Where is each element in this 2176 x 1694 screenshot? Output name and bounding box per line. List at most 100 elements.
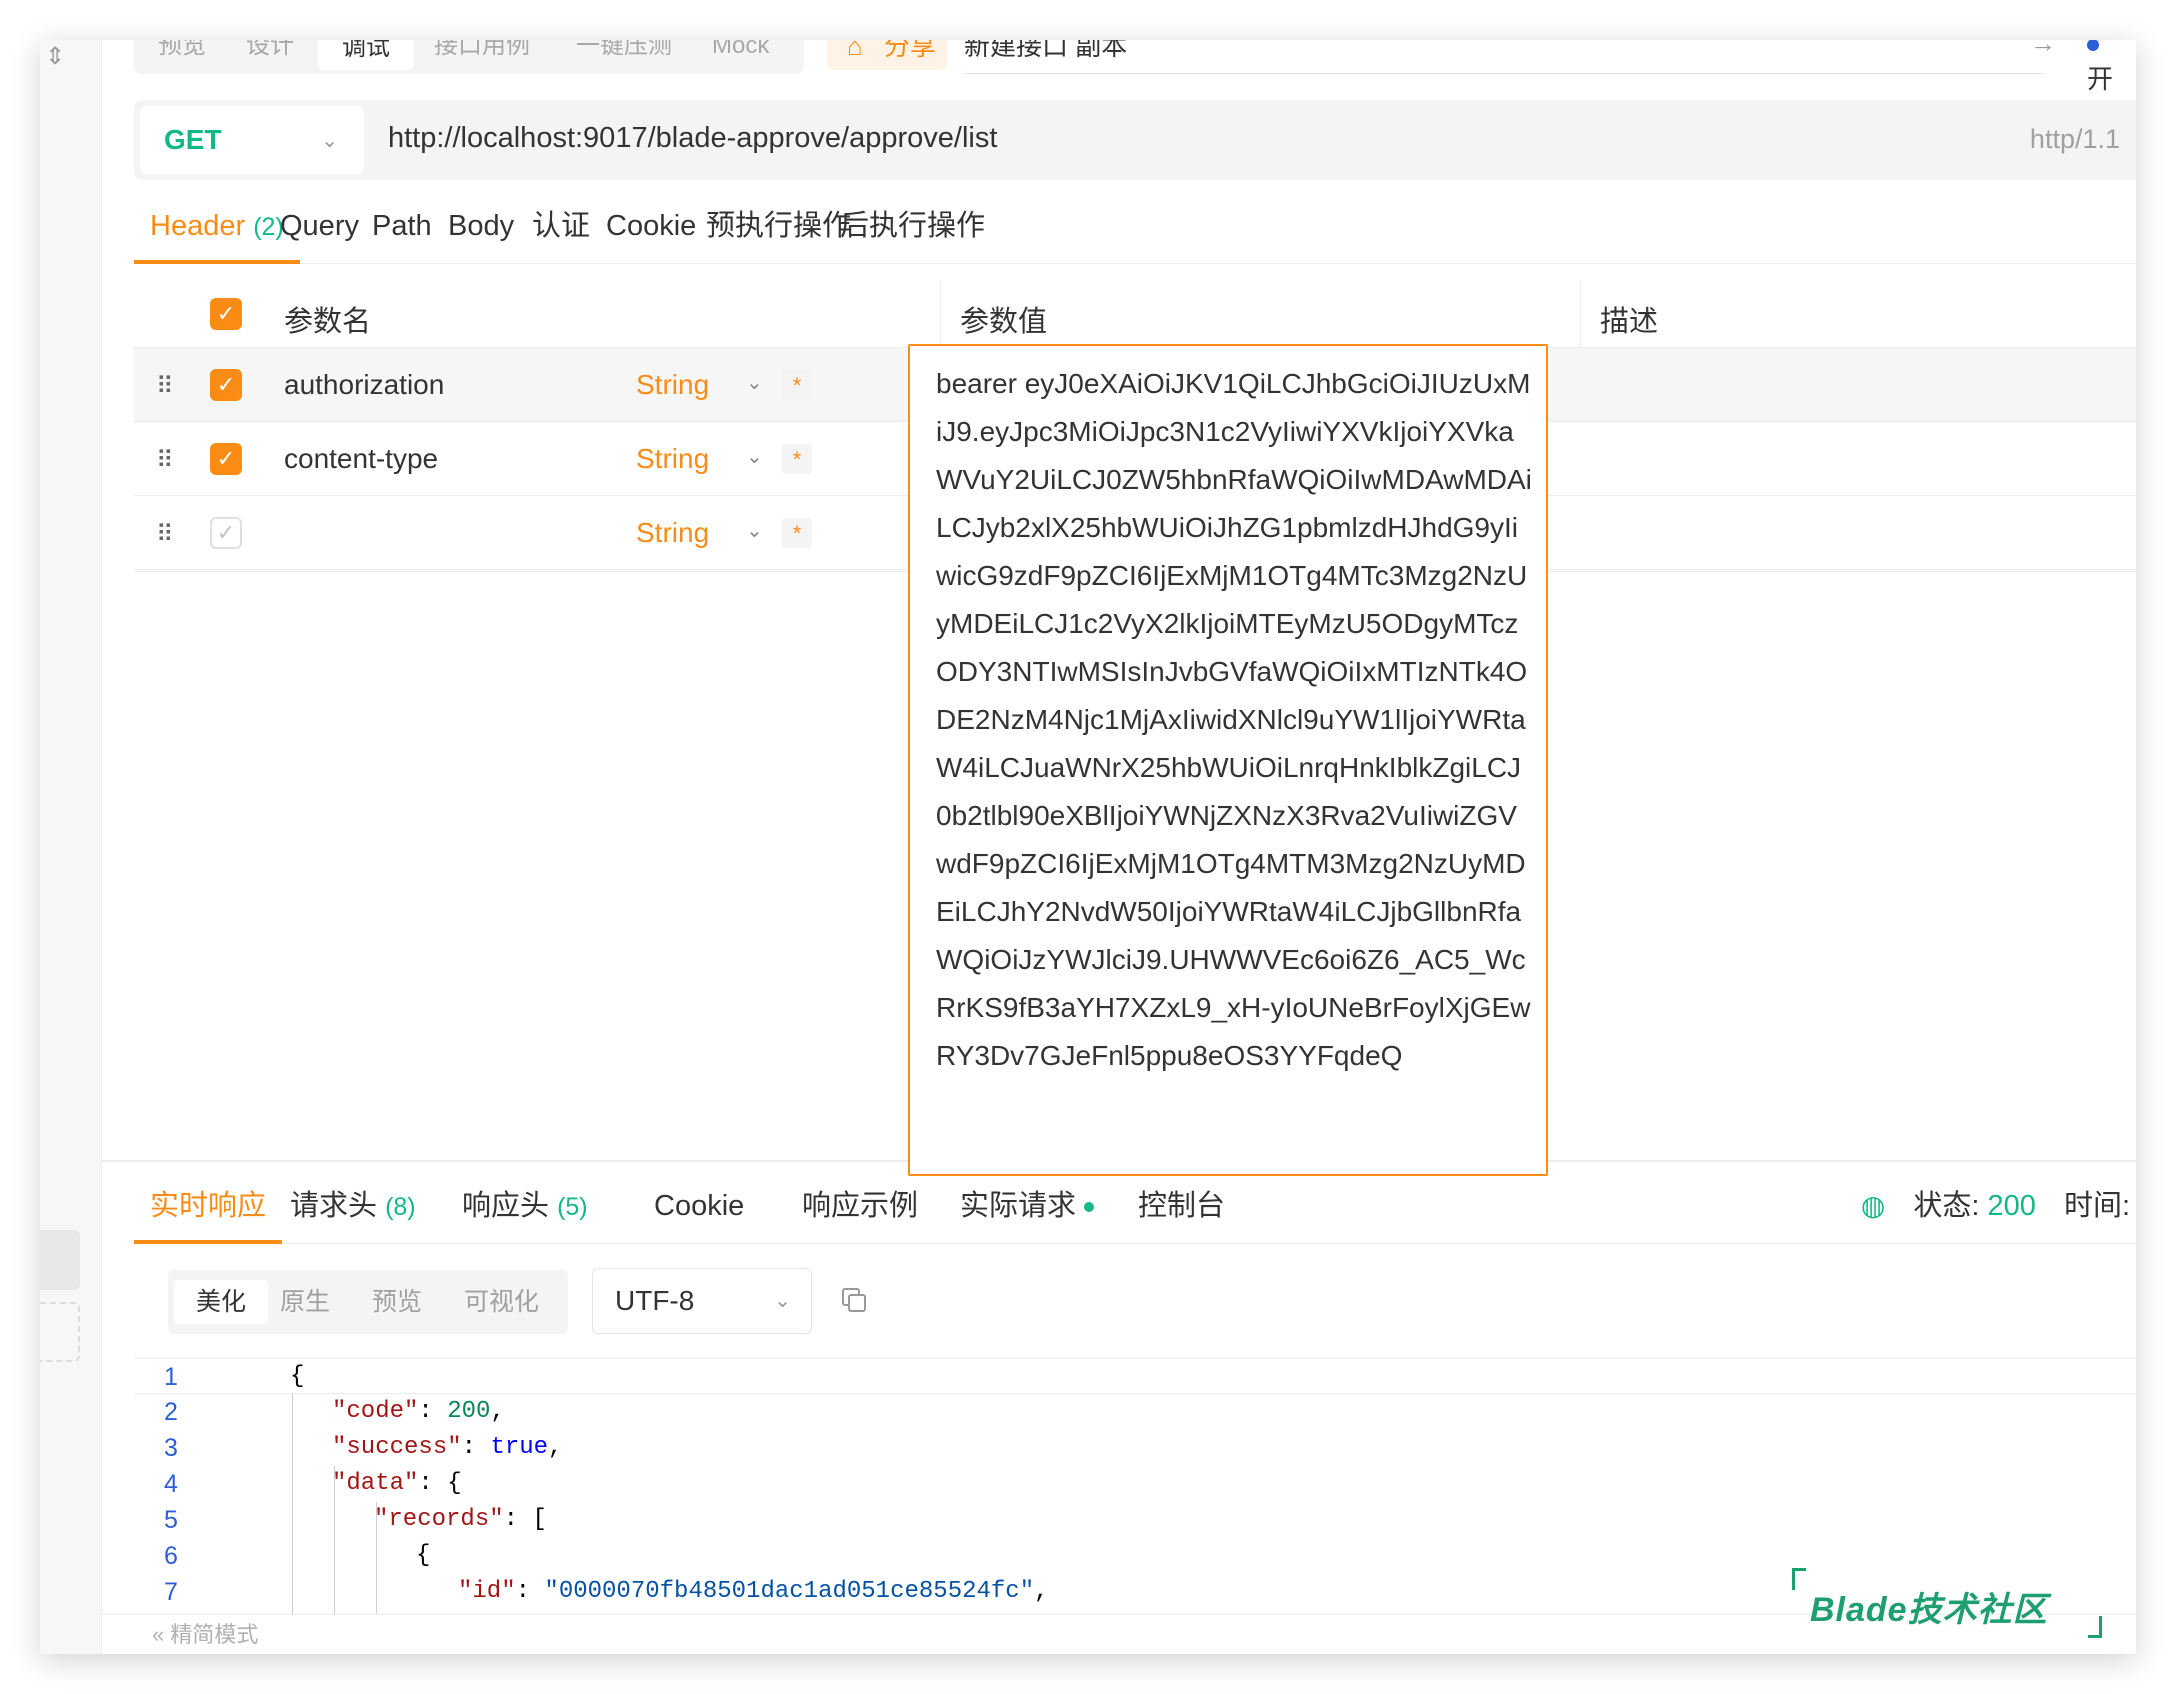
- tab-design[interactable]: 设计: [246, 40, 294, 70]
- tab-api-cases[interactable]: 接口用例: [434, 40, 530, 70]
- api-name-field[interactable]: 新建接口 副本: [964, 40, 2044, 74]
- chevron-down-icon: ⌄: [321, 130, 338, 152]
- status-label: 状态:: [1913, 1190, 1980, 1222]
- code-line: 3 "success": true,: [134, 1430, 2136, 1466]
- code-text: {: [290, 1363, 305, 1390]
- code-text: "data": {: [332, 1470, 462, 1497]
- col-description: 描述: [1600, 306, 1659, 338]
- code-line: 4 "data": {: [134, 1466, 2136, 1502]
- tab-request-headers-count: (8): [385, 1193, 416, 1221]
- required-toggle[interactable]: *: [782, 518, 812, 548]
- param-name[interactable]: content-type: [284, 443, 438, 475]
- json-key: "records": [374, 1506, 504, 1533]
- request-tabs: Header (2) Query Path Body 认证 Cookie 预执行…: [134, 200, 2136, 264]
- status-dot-icon: [1084, 1202, 1095, 1213]
- column-divider[interactable]: [1580, 280, 1581, 348]
- tab-path[interactable]: Path: [372, 200, 432, 264]
- protocol-label[interactable]: http/1.1: [2030, 124, 2120, 155]
- line-number: 5: [164, 1506, 178, 1534]
- arrow-right-icon[interactable]: →: [2030, 40, 2056, 59]
- line-number: 6: [164, 1542, 178, 1570]
- mode-tabs: 预览 设计 调试 接口用例 一键压测 Mock: [134, 40, 804, 74]
- param-type-select[interactable]: String: [636, 369, 709, 401]
- mode-pretty[interactable]: 美化: [174, 1280, 269, 1324]
- share-button[interactable]: ⌂ 分享: [827, 40, 947, 70]
- required-toggle[interactable]: *: [782, 370, 812, 400]
- chevron-down-icon[interactable]: ⌄: [746, 444, 763, 469]
- param-type-select[interactable]: String: [636, 517, 709, 549]
- response-tabs: 实时响应 请求头 (8) 响应头 (5) Cookie 响应示例 实际请求 控制…: [134, 1180, 2136, 1244]
- tab-cookie[interactable]: Cookie: [606, 200, 696, 264]
- code-line: 2 "code": 200,: [134, 1394, 2136, 1430]
- json-value: 200: [447, 1398, 491, 1425]
- row-checkbox[interactable]: ✓: [210, 517, 242, 549]
- param-type-select[interactable]: String: [636, 443, 709, 475]
- mode-visualize[interactable]: 可视化: [464, 1280, 539, 1324]
- copy-icon[interactable]: [840, 1286, 868, 1314]
- tab-actual-request-label: 实际请求: [960, 1190, 1077, 1222]
- tab-stress-test[interactable]: 一键压测: [576, 40, 672, 70]
- encoding-select[interactable]: UTF-8 ⌄: [592, 1268, 812, 1334]
- code-line: 5 "records": [: [134, 1502, 2136, 1538]
- tab-header-label: Header: [150, 210, 246, 242]
- drag-handle-icon[interactable]: ⠿: [156, 520, 174, 549]
- tab-debug[interactable]: 调试: [318, 40, 414, 70]
- json-value: "0000070fb48501dac1ad051ce85524fc": [544, 1578, 1035, 1605]
- tab-cookie[interactable]: Cookie: [654, 1180, 744, 1244]
- tab-post-script[interactable]: 后执行操作: [840, 200, 985, 264]
- col-param-value: 参数值: [960, 306, 1048, 338]
- time-label: 时间:: [2063, 1190, 2130, 1222]
- select-all-checkbox[interactable]: ✓: [210, 298, 242, 330]
- line-number: 2: [164, 1398, 178, 1426]
- status-code: 200: [1987, 1190, 2036, 1222]
- tab-mock[interactable]: Mock: [712, 40, 769, 70]
- watermark: Blade技术社区: [1792, 1568, 2102, 1638]
- code-text: "success": true,: [332, 1434, 563, 1461]
- response-status: ◍ 状态: 200 时间:: [1861, 1180, 2130, 1232]
- chevron-down-icon[interactable]: ⌄: [746, 370, 763, 395]
- drag-handle-icon[interactable]: ⠿: [156, 372, 174, 401]
- required-toggle[interactable]: *: [782, 444, 812, 474]
- line-number: 1: [164, 1363, 178, 1391]
- column-divider[interactable]: [940, 280, 941, 348]
- row-checkbox[interactable]: ✓: [210, 369, 242, 401]
- tab-body[interactable]: Body: [448, 200, 514, 264]
- left-rail: ⇕: [40, 40, 102, 1654]
- method-select[interactable]: GET ⌄: [140, 106, 364, 174]
- tab-query[interactable]: Query: [280, 200, 359, 264]
- tab-auth[interactable]: 认证: [532, 200, 590, 264]
- code-text: "code": 200,: [332, 1398, 505, 1425]
- status-dot-icon: [2087, 40, 2099, 52]
- tab-console[interactable]: 控制台: [1138, 1180, 1225, 1244]
- drag-handle-icon[interactable]: ⠿: [156, 446, 174, 475]
- url-input[interactable]: http://localhost:9017/blade-approve/appr…: [388, 122, 997, 155]
- param-value-text[interactable]: bearer eyJ0eXAiOiJKV1QiLCJhbGciOiJIUzUxM…: [936, 360, 1536, 1080]
- tab-actual-request[interactable]: 实际请求: [960, 1180, 1095, 1244]
- tab-response-example[interactable]: 响应示例: [802, 1180, 918, 1244]
- code-text: "id": "0000070fb48501dac1ad051ce85524fc"…: [458, 1578, 1049, 1605]
- chevron-down-icon[interactable]: ⌄: [746, 518, 763, 543]
- mode-preview[interactable]: 预览: [372, 1280, 422, 1324]
- watermark-corner: [2088, 1616, 2102, 1638]
- tab-header[interactable]: Header (2): [134, 200, 300, 264]
- tab-preview[interactable]: 预览: [158, 40, 206, 70]
- chevron-down-icon: ⌄: [774, 1290, 791, 1312]
- line-number: 3: [164, 1434, 178, 1462]
- url-bar: GET ⌄ http://localhost:9017/blade-approv…: [134, 100, 2136, 180]
- expand-collapse-icon[interactable]: ⇕: [40, 42, 70, 72]
- rail-add-slot[interactable]: [40, 1302, 80, 1362]
- json-key: "id": [458, 1578, 516, 1605]
- tab-pre-script[interactable]: 预执行操作: [706, 200, 851, 264]
- row-checkbox[interactable]: ✓: [210, 443, 242, 475]
- globe-icon[interactable]: ◍: [1861, 1190, 1885, 1221]
- tab-request-headers[interactable]: 请求头 (8): [290, 1180, 416, 1244]
- param-name[interactable]: authorization: [284, 369, 444, 401]
- view-mode-tabs: 美化 原生 预览 可视化: [168, 1270, 568, 1334]
- rail-item[interactable]: [40, 1230, 80, 1290]
- line-number: 7: [164, 1578, 178, 1606]
- tab-live-response[interactable]: 实时响应: [134, 1180, 283, 1244]
- tab-response-headers[interactable]: 响应头 (5): [462, 1180, 588, 1244]
- encoding-value: UTF-8: [615, 1285, 695, 1316]
- mode-raw[interactable]: 原生: [280, 1280, 330, 1324]
- param-value-editor[interactable]: bearer eyJ0eXAiOiJKV1QiLCJhbGciOiJIUzUxM…: [908, 344, 1548, 1176]
